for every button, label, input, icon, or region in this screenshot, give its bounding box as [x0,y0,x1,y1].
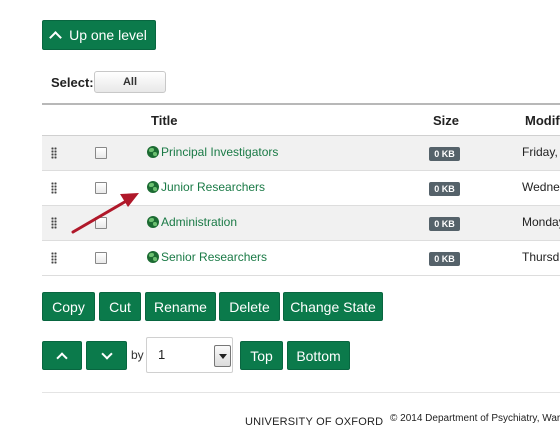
globe-icon [147,146,159,158]
row-checkbox[interactable] [95,252,107,264]
globe-icon [147,251,159,263]
footer-university: UNIVERSITY OF OXFORD [245,416,384,427]
column-header-modified[interactable]: Modified [525,113,560,128]
table-row: Principal Investigators 0 KB Friday, [42,136,560,171]
modified-date: Friday, [522,145,558,159]
chevron-up-icon [49,31,62,44]
cut-button[interactable]: Cut [99,292,141,321]
select-all-button[interactable]: All [94,71,166,93]
modified-date: Monday [522,215,560,229]
table-row: Senior Researchers 0 KB Thursd [42,241,560,276]
row-title-link[interactable]: Principal Investigators [161,145,278,159]
move-by-value: 1 [158,347,166,362]
dropdown-arrow-icon[interactable] [214,345,231,367]
size-badge: 0 KB [429,217,460,231]
drag-handle-icon[interactable] [51,147,57,159]
select-label: Select: [51,75,94,90]
move-by-select[interactable]: 1 [146,337,233,373]
row-checkbox[interactable] [95,217,107,229]
footer-copyright: © 2014 Department of Psychiatry, Warn [390,413,560,424]
globe-icon [147,181,159,193]
drag-handle-icon[interactable] [51,182,57,194]
change-state-button[interactable]: Change State [283,292,383,321]
column-header-size[interactable]: Size [433,113,459,128]
move-top-button[interactable]: Top [240,341,283,370]
size-badge: 0 KB [429,252,460,266]
table-row: Administration 0 KB Monday [42,206,560,241]
row-title-link[interactable]: Senior Researchers [161,250,267,264]
row-checkbox[interactable] [95,182,107,194]
footer-divider [42,392,560,393]
modified-date: Thursd [522,250,560,264]
modified-date: Wednes [522,180,560,194]
up-one-level-button[interactable]: Up one level [42,20,156,50]
move-bottom-button[interactable]: Bottom [287,341,350,370]
drag-handle-icon[interactable] [51,252,57,264]
drag-handle-icon[interactable] [51,217,57,229]
chevron-down-icon [100,347,113,360]
globe-icon [147,216,159,228]
row-title-link[interactable]: Junior Researchers [161,180,265,194]
size-badge: 0 KB [429,182,460,196]
column-header-title[interactable]: Title [151,113,178,128]
rename-button[interactable]: Rename [145,292,216,321]
row-checkbox[interactable] [95,147,107,159]
delete-button[interactable]: Delete [219,292,280,321]
up-one-level-label: Up one level [69,27,147,43]
row-divider [42,275,560,276]
move-up-button[interactable] [42,341,82,370]
size-badge: 0 KB [429,147,460,161]
by-label: by [131,348,144,362]
table-top-border [42,103,560,105]
table-row: Junior Researchers 0 KB Wednes [42,171,560,206]
row-title-link[interactable]: Administration [161,215,237,229]
copy-button[interactable]: Copy [42,292,95,321]
chevron-up-icon [56,351,68,364]
move-down-button[interactable] [86,341,127,370]
